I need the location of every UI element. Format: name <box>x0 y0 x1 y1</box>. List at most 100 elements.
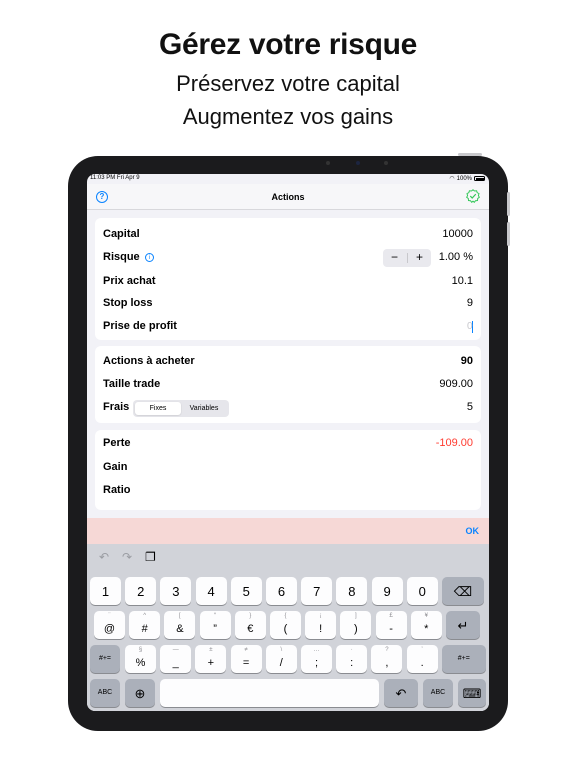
check-badge-icon[interactable] <box>466 189 480 203</box>
key-label: 6 <box>277 584 286 599</box>
key-symbol[interactable]: [& <box>164 611 196 639</box>
return-key[interactable]: ↵ <box>446 611 480 639</box>
risk-field[interactable]: 1.00 % <box>439 251 473 263</box>
key-label: @ <box>103 623 116 635</box>
key-6[interactable]: 6 <box>266 577 297 605</box>
symbols-shift-key-right[interactable]: #+= <box>441 645 486 673</box>
buy-price-field[interactable]: 10.1 <box>452 275 473 287</box>
key-symbol[interactable]: §% <box>125 645 156 673</box>
shift-label: #+= <box>98 655 112 662</box>
key-label: € <box>247 623 254 635</box>
stepper-minus-button[interactable]: − <box>391 250 398 264</box>
delete-icon: ⌫ <box>453 584 473 599</box>
key-symbol[interactable]: ?, <box>371 645 403 673</box>
key-symbol[interactable]: } € <box>234 611 266 639</box>
ratio-label: Ratio <box>103 484 131 496</box>
keyboard-shortcuts-bar: ↶ ↷ ❐ <box>87 544 489 576</box>
return-icon: ↵ <box>457 618 469 633</box>
fees-option-fixed[interactable]: Fixes <box>135 402 181 415</box>
key-alt-label: ] <box>355 613 357 619</box>
risk-row: Risque i − + 1.00 % <box>103 249 473 267</box>
key-label: % <box>135 657 146 669</box>
volume-up-button <box>507 192 510 216</box>
key-symbol[interactable]: £ - <box>375 611 407 639</box>
undo-key[interactable]: ↶ <box>384 679 418 707</box>
key-alt-label: ≠ <box>244 647 248 653</box>
key-symbol[interactable]: ¨ @ <box>94 611 125 639</box>
key-9[interactable]: 9 <box>371 577 403 605</box>
key-alt-label: \ <box>280 647 283 653</box>
key-symbol[interactable]: ¥ * <box>410 611 442 639</box>
key-symbol[interactable]: “” <box>199 611 231 639</box>
stop-loss-field[interactable]: 9 <box>467 297 473 309</box>
redo-icon[interactable]: ↷ <box>122 550 132 564</box>
abc-key-right[interactable]: ABC <box>423 679 453 707</box>
key-3[interactable]: 3 <box>160 577 192 605</box>
fees-field[interactable]: 5 <box>467 401 473 413</box>
globe-key[interactable]: ⊕ <box>125 679 155 707</box>
stepper-plus-button[interactable]: + <box>416 250 423 264</box>
key-symbol[interactable]: ·: <box>336 645 368 673</box>
globe-icon: ⊕ <box>134 686 146 701</box>
key-alt-label: ¨ <box>108 613 111 619</box>
key-1[interactable]: 1 <box>90 577 121 605</box>
info-icon[interactable]: i <box>145 253 154 262</box>
key-symbol[interactable]: …; <box>301 645 332 673</box>
fees-label: Frais <box>103 401 130 413</box>
take-profit-field[interactable]: 0 <box>467 321 473 333</box>
risk-stepper[interactable]: − + <box>383 249 431 267</box>
key-label: 4 <box>207 584 215 599</box>
key-symbol[interactable]: ± + <box>195 645 227 673</box>
key-label: - <box>389 623 393 635</box>
key-symbol[interactable]: ^ # <box>129 611 161 639</box>
key-symbol[interactable]: ≠ = <box>230 645 262 673</box>
key-symbol[interactable]: ]) <box>340 611 372 639</box>
fees-segmented-control[interactable]: Fixes Variables <box>133 400 229 417</box>
key-alt-label: ¡ <box>319 613 322 619</box>
key-4[interactable]: 4 <box>195 577 227 605</box>
symbols-shift-key-left[interactable]: #+= <box>90 645 120 673</box>
key-symbol[interactable]: ¡! <box>305 611 337 639</box>
volume-down-button <box>507 222 510 246</box>
key-label: + <box>207 657 215 669</box>
undo-icon[interactable]: ↶ <box>99 550 109 564</box>
ok-button[interactable]: OK <box>466 526 480 536</box>
capital-row[interactable]: Capital 10000 <box>103 228 473 244</box>
key-symbol[interactable]: — _ <box>160 645 192 673</box>
paste-icon[interactable]: ❐ <box>145 550 156 564</box>
abc-label: ABC <box>430 689 446 696</box>
key-label: : <box>350 657 354 669</box>
shift-label: #+= <box>457 655 470 662</box>
gain-row: Gain <box>103 461 473 477</box>
key-8[interactable]: 8 <box>336 577 368 605</box>
key-0[interactable]: 0 <box>406 577 438 605</box>
key-label: = <box>242 657 250 669</box>
key-symbol[interactable]: ’. <box>406 645 438 673</box>
dismiss-keyboard-key[interactable]: ⌨ <box>458 679 486 707</box>
key-alt-label: — <box>172 647 179 653</box>
shares-label: Actions à acheter <box>103 355 195 367</box>
key-alt-label: ? <box>385 647 389 653</box>
key-label: 1 <box>101 584 110 599</box>
capital-field[interactable]: 10000 <box>442 228 473 240</box>
space-bar[interactable] <box>160 679 379 707</box>
key-label: ” <box>213 623 217 635</box>
key-symbol[interactable]: \ / <box>265 645 297 673</box>
fees-option-variable[interactable]: Variables <box>181 402 227 415</box>
key-label: 8 <box>348 584 356 599</box>
key-label: . <box>420 657 424 669</box>
key-2[interactable]: 2 <box>125 577 157 605</box>
key-alt-label: … <box>313 647 320 653</box>
key-alt-label: [ <box>179 613 181 619</box>
stop-loss-row[interactable]: Stop loss 9 <box>103 297 473 313</box>
delete-key[interactable]: ⌫ <box>442 577 484 605</box>
key-7[interactable]: 7 <box>301 577 333 605</box>
key-label: 9 <box>383 584 391 599</box>
buy-price-row[interactable]: Prix achat 10.1 <box>103 275 473 291</box>
abc-key-left[interactable]: ABC <box>90 679 120 707</box>
key-5[interactable]: 5 <box>230 577 262 605</box>
key-label: 3 <box>172 584 180 599</box>
key-symbol[interactable]: {( <box>270 611 301 639</box>
take-profit-row[interactable]: Prise de profit 0 <box>103 320 473 336</box>
key-label: ; <box>314 657 319 669</box>
